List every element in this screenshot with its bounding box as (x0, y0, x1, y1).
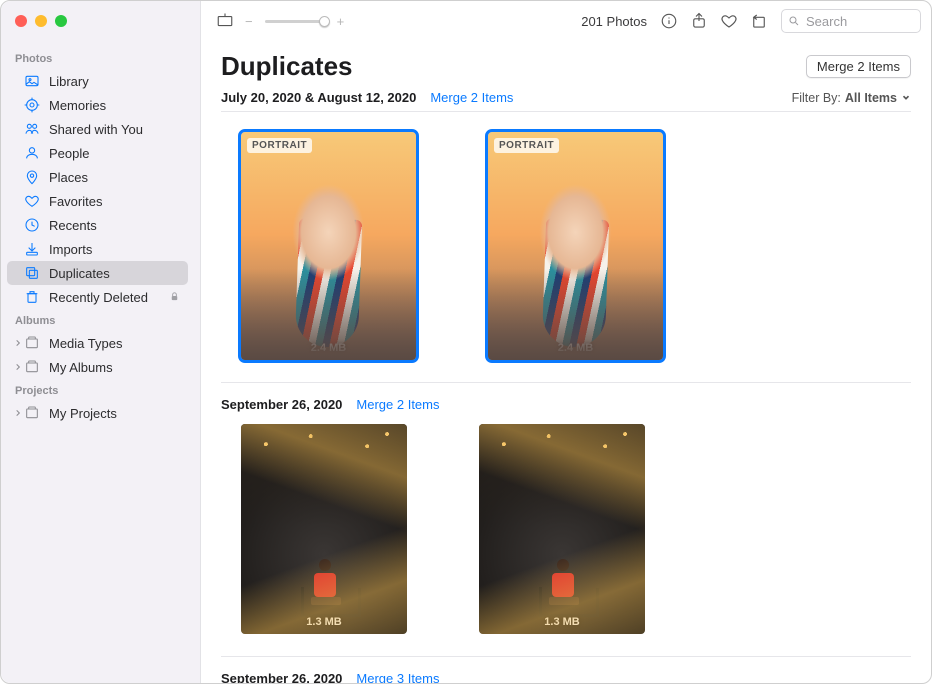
zoom-slider[interactable] (265, 20, 325, 23)
zoom-in-icon[interactable]: + (337, 14, 345, 29)
project-icon (23, 404, 41, 422)
filter-dropdown[interactable]: Filter By: All Items (792, 91, 911, 105)
sidebar-item-duplicates[interactable]: Duplicates (7, 261, 188, 285)
minimize-icon[interactable] (35, 15, 47, 27)
photos-icon (23, 72, 41, 90)
zoom-out-icon[interactable]: − (245, 14, 253, 29)
photo-count: 201 Photos (581, 14, 647, 29)
album-icon (23, 358, 41, 376)
people-icon (23, 144, 41, 162)
duplicates-icon (23, 264, 41, 282)
rotate-icon[interactable] (745, 9, 773, 33)
sidebar-item-media-types[interactable]: Media Types (7, 331, 188, 355)
photo-thumbnail[interactable]: PORTRAIT 2.4 MB (241, 132, 416, 360)
portrait-badge: PORTRAIT (494, 138, 559, 153)
window-controls[interactable] (15, 15, 67, 27)
group-date: September 26, 2020 (221, 397, 342, 412)
file-size: 1.3 MB (479, 616, 645, 628)
heart-icon (23, 192, 41, 210)
share-icon[interactable] (685, 9, 713, 33)
info-icon[interactable] (655, 9, 683, 33)
maximize-icon[interactable] (55, 15, 67, 27)
photo-thumbnail[interactable]: 1.3 MB (479, 424, 645, 634)
pin-icon (23, 168, 41, 186)
clock-icon (23, 216, 41, 234)
sidebar-item-people[interactable]: People (7, 141, 188, 165)
merge-selected-button[interactable]: Merge 2 Items (806, 55, 911, 78)
section-photos: Photos (1, 47, 194, 69)
merge-link[interactable]: Merge 2 Items (356, 397, 439, 412)
merge-link[interactable]: Merge 2 Items (430, 90, 513, 105)
section-albums: Albums (1, 309, 194, 331)
sidebar-item-memories[interactable]: Memories (7, 93, 188, 117)
group-date: September 26, 2020 (221, 671, 342, 683)
file-size: 2.4 MB (241, 342, 416, 354)
merge-link[interactable]: Merge 3 Items (356, 671, 439, 683)
sidebar-item-recents[interactable]: Recents (7, 213, 188, 237)
memories-icon (23, 96, 41, 114)
chevron-right-icon[interactable] (13, 409, 23, 417)
chevron-down-icon (901, 91, 911, 105)
content: Duplicates Merge 2 Items July 20, 2020 &… (201, 41, 931, 683)
close-icon[interactable] (15, 15, 27, 27)
file-size: 1.3 MB (241, 616, 407, 628)
sidebar-item-favorites[interactable]: Favorites (7, 189, 188, 213)
sidebar-item-recently-deleted[interactable]: Recently Deleted (7, 285, 188, 309)
sidebar-item-my-albums[interactable]: My Albums (7, 355, 188, 379)
chevron-right-icon[interactable] (13, 363, 23, 371)
photo-thumbnail[interactable]: 1.3 MB (241, 424, 407, 634)
page-title: Duplicates (221, 51, 353, 82)
sidebar-item-shared[interactable]: Shared with You (7, 117, 188, 141)
album-icon (23, 334, 41, 352)
sidebar-item-imports[interactable]: Imports (7, 237, 188, 261)
lock-icon (169, 290, 180, 305)
trash-icon (23, 288, 41, 306)
favorite-icon[interactable] (715, 9, 743, 33)
photo-thumbnail[interactable]: PORTRAIT 2.4 MB (488, 132, 663, 360)
filter-label: Filter By: (792, 91, 841, 105)
section-projects: Projects (1, 379, 194, 401)
sidebar: Photos Library Memories Shared with You … (1, 41, 201, 683)
file-size: 2.4 MB (488, 342, 663, 354)
sidebar-item-library[interactable]: Library (7, 69, 188, 93)
portrait-badge: PORTRAIT (247, 138, 312, 153)
shared-icon (23, 120, 41, 138)
sidebar-item-places[interactable]: Places (7, 165, 188, 189)
download-icon (23, 240, 41, 258)
filter-value: All Items (845, 91, 897, 105)
group-date: July 20, 2020 & August 12, 2020 (221, 90, 416, 105)
search-input[interactable] (781, 9, 921, 33)
sidebar-item-my-projects[interactable]: My Projects (7, 401, 188, 425)
chevron-right-icon[interactable] (13, 339, 23, 347)
aspect-icon[interactable] (211, 9, 239, 33)
